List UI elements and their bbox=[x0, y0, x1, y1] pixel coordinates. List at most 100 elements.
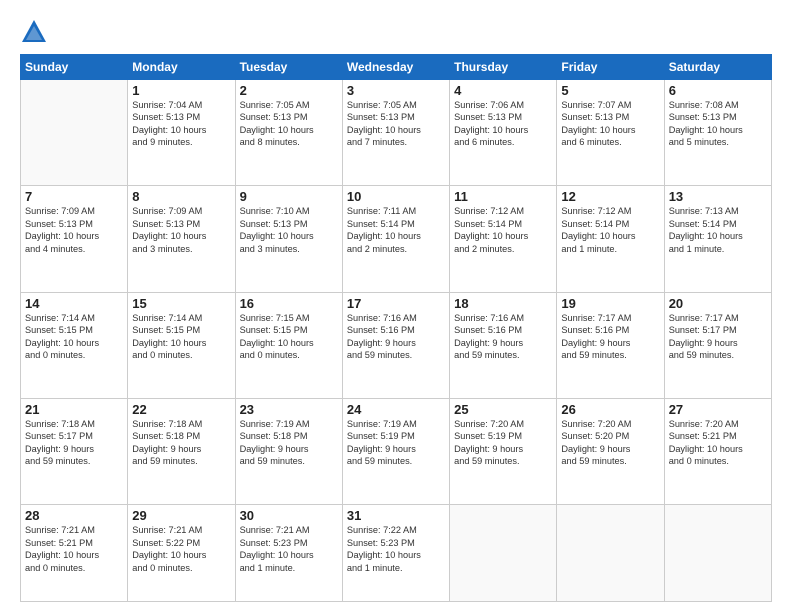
day-number: 11 bbox=[454, 189, 552, 204]
day-number: 8 bbox=[132, 189, 230, 204]
calendar-cell: 9Sunrise: 7:10 AMSunset: 5:13 PMDaylight… bbox=[235, 186, 342, 292]
day-info: Sunrise: 7:20 AMSunset: 5:20 PMDaylight:… bbox=[561, 418, 659, 468]
calendar-cell: 19Sunrise: 7:17 AMSunset: 5:16 PMDayligh… bbox=[557, 292, 664, 398]
week-row-4: 28Sunrise: 7:21 AMSunset: 5:21 PMDayligh… bbox=[21, 505, 772, 602]
calendar-cell: 26Sunrise: 7:20 AMSunset: 5:20 PMDayligh… bbox=[557, 399, 664, 505]
day-info: Sunrise: 7:17 AMSunset: 5:16 PMDaylight:… bbox=[561, 312, 659, 362]
day-number: 6 bbox=[669, 83, 767, 98]
logo bbox=[20, 18, 52, 46]
day-number: 28 bbox=[25, 508, 123, 523]
calendar-cell: 29Sunrise: 7:21 AMSunset: 5:22 PMDayligh… bbox=[128, 505, 235, 602]
header bbox=[20, 18, 772, 46]
day-number: 1 bbox=[132, 83, 230, 98]
calendar-cell: 25Sunrise: 7:20 AMSunset: 5:19 PMDayligh… bbox=[450, 399, 557, 505]
week-row-3: 21Sunrise: 7:18 AMSunset: 5:17 PMDayligh… bbox=[21, 399, 772, 505]
day-number: 24 bbox=[347, 402, 445, 417]
calendar-cell: 27Sunrise: 7:20 AMSunset: 5:21 PMDayligh… bbox=[664, 399, 771, 505]
day-info: Sunrise: 7:11 AMSunset: 5:14 PMDaylight:… bbox=[347, 205, 445, 255]
calendar-cell: 6Sunrise: 7:08 AMSunset: 5:13 PMDaylight… bbox=[664, 80, 771, 186]
day-number: 17 bbox=[347, 296, 445, 311]
day-info: Sunrise: 7:20 AMSunset: 5:21 PMDaylight:… bbox=[669, 418, 767, 468]
day-info: Sunrise: 7:18 AMSunset: 5:18 PMDaylight:… bbox=[132, 418, 230, 468]
calendar-cell: 11Sunrise: 7:12 AMSunset: 5:14 PMDayligh… bbox=[450, 186, 557, 292]
calendar-cell: 12Sunrise: 7:12 AMSunset: 5:14 PMDayligh… bbox=[557, 186, 664, 292]
calendar-cell: 31Sunrise: 7:22 AMSunset: 5:23 PMDayligh… bbox=[342, 505, 449, 602]
day-info: Sunrise: 7:09 AMSunset: 5:13 PMDaylight:… bbox=[25, 205, 123, 255]
calendar-cell: 20Sunrise: 7:17 AMSunset: 5:17 PMDayligh… bbox=[664, 292, 771, 398]
calendar-cell: 2Sunrise: 7:05 AMSunset: 5:13 PMDaylight… bbox=[235, 80, 342, 186]
calendar-cell: 28Sunrise: 7:21 AMSunset: 5:21 PMDayligh… bbox=[21, 505, 128, 602]
calendar-table: SundayMondayTuesdayWednesdayThursdayFrid… bbox=[20, 54, 772, 602]
day-info: Sunrise: 7:21 AMSunset: 5:22 PMDaylight:… bbox=[132, 524, 230, 574]
calendar-cell: 5Sunrise: 7:07 AMSunset: 5:13 PMDaylight… bbox=[557, 80, 664, 186]
day-info: Sunrise: 7:18 AMSunset: 5:17 PMDaylight:… bbox=[25, 418, 123, 468]
calendar-cell: 4Sunrise: 7:06 AMSunset: 5:13 PMDaylight… bbox=[450, 80, 557, 186]
week-row-2: 14Sunrise: 7:14 AMSunset: 5:15 PMDayligh… bbox=[21, 292, 772, 398]
day-info: Sunrise: 7:22 AMSunset: 5:23 PMDaylight:… bbox=[347, 524, 445, 574]
day-number: 9 bbox=[240, 189, 338, 204]
day-info: Sunrise: 7:06 AMSunset: 5:13 PMDaylight:… bbox=[454, 99, 552, 149]
weekday-header-monday: Monday bbox=[128, 55, 235, 80]
calendar-cell: 13Sunrise: 7:13 AMSunset: 5:14 PMDayligh… bbox=[664, 186, 771, 292]
day-number: 20 bbox=[669, 296, 767, 311]
day-info: Sunrise: 7:09 AMSunset: 5:13 PMDaylight:… bbox=[132, 205, 230, 255]
day-info: Sunrise: 7:08 AMSunset: 5:13 PMDaylight:… bbox=[669, 99, 767, 149]
day-info: Sunrise: 7:19 AMSunset: 5:19 PMDaylight:… bbox=[347, 418, 445, 468]
day-number: 2 bbox=[240, 83, 338, 98]
day-number: 25 bbox=[454, 402, 552, 417]
day-number: 23 bbox=[240, 402, 338, 417]
day-number: 13 bbox=[669, 189, 767, 204]
day-info: Sunrise: 7:15 AMSunset: 5:15 PMDaylight:… bbox=[240, 312, 338, 362]
calendar-cell: 30Sunrise: 7:21 AMSunset: 5:23 PMDayligh… bbox=[235, 505, 342, 602]
day-number: 21 bbox=[25, 402, 123, 417]
day-info: Sunrise: 7:20 AMSunset: 5:19 PMDaylight:… bbox=[454, 418, 552, 468]
day-info: Sunrise: 7:05 AMSunset: 5:13 PMDaylight:… bbox=[240, 99, 338, 149]
day-number: 3 bbox=[347, 83, 445, 98]
day-info: Sunrise: 7:04 AMSunset: 5:13 PMDaylight:… bbox=[132, 99, 230, 149]
calendar-cell: 23Sunrise: 7:19 AMSunset: 5:18 PMDayligh… bbox=[235, 399, 342, 505]
day-info: Sunrise: 7:21 AMSunset: 5:23 PMDaylight:… bbox=[240, 524, 338, 574]
calendar-cell bbox=[557, 505, 664, 602]
calendar-cell bbox=[664, 505, 771, 602]
calendar-cell: 24Sunrise: 7:19 AMSunset: 5:19 PMDayligh… bbox=[342, 399, 449, 505]
day-info: Sunrise: 7:10 AMSunset: 5:13 PMDaylight:… bbox=[240, 205, 338, 255]
weekday-header-wednesday: Wednesday bbox=[342, 55, 449, 80]
day-number: 15 bbox=[132, 296, 230, 311]
day-info: Sunrise: 7:14 AMSunset: 5:15 PMDaylight:… bbox=[25, 312, 123, 362]
day-number: 19 bbox=[561, 296, 659, 311]
calendar-cell: 16Sunrise: 7:15 AMSunset: 5:15 PMDayligh… bbox=[235, 292, 342, 398]
day-info: Sunrise: 7:19 AMSunset: 5:18 PMDaylight:… bbox=[240, 418, 338, 468]
weekday-header-sunday: Sunday bbox=[21, 55, 128, 80]
day-number: 18 bbox=[454, 296, 552, 311]
calendar-cell bbox=[450, 505, 557, 602]
day-info: Sunrise: 7:07 AMSunset: 5:13 PMDaylight:… bbox=[561, 99, 659, 149]
weekday-header-friday: Friday bbox=[557, 55, 664, 80]
week-row-0: 1Sunrise: 7:04 AMSunset: 5:13 PMDaylight… bbox=[21, 80, 772, 186]
page: SundayMondayTuesdayWednesdayThursdayFrid… bbox=[0, 0, 792, 612]
week-row-1: 7Sunrise: 7:09 AMSunset: 5:13 PMDaylight… bbox=[21, 186, 772, 292]
calendar-cell: 3Sunrise: 7:05 AMSunset: 5:13 PMDaylight… bbox=[342, 80, 449, 186]
day-info: Sunrise: 7:17 AMSunset: 5:17 PMDaylight:… bbox=[669, 312, 767, 362]
day-number: 12 bbox=[561, 189, 659, 204]
day-number: 4 bbox=[454, 83, 552, 98]
day-number: 16 bbox=[240, 296, 338, 311]
day-info: Sunrise: 7:13 AMSunset: 5:14 PMDaylight:… bbox=[669, 205, 767, 255]
day-number: 22 bbox=[132, 402, 230, 417]
day-info: Sunrise: 7:05 AMSunset: 5:13 PMDaylight:… bbox=[347, 99, 445, 149]
calendar-cell: 8Sunrise: 7:09 AMSunset: 5:13 PMDaylight… bbox=[128, 186, 235, 292]
calendar-cell: 15Sunrise: 7:14 AMSunset: 5:15 PMDayligh… bbox=[128, 292, 235, 398]
calendar-cell: 14Sunrise: 7:14 AMSunset: 5:15 PMDayligh… bbox=[21, 292, 128, 398]
day-number: 30 bbox=[240, 508, 338, 523]
calendar-cell bbox=[21, 80, 128, 186]
day-info: Sunrise: 7:12 AMSunset: 5:14 PMDaylight:… bbox=[561, 205, 659, 255]
day-number: 10 bbox=[347, 189, 445, 204]
day-number: 7 bbox=[25, 189, 123, 204]
weekday-header-row: SundayMondayTuesdayWednesdayThursdayFrid… bbox=[21, 55, 772, 80]
calendar-cell: 1Sunrise: 7:04 AMSunset: 5:13 PMDaylight… bbox=[128, 80, 235, 186]
calendar-cell: 21Sunrise: 7:18 AMSunset: 5:17 PMDayligh… bbox=[21, 399, 128, 505]
day-number: 31 bbox=[347, 508, 445, 523]
day-info: Sunrise: 7:14 AMSunset: 5:15 PMDaylight:… bbox=[132, 312, 230, 362]
day-number: 26 bbox=[561, 402, 659, 417]
weekday-header-saturday: Saturday bbox=[664, 55, 771, 80]
calendar-cell: 22Sunrise: 7:18 AMSunset: 5:18 PMDayligh… bbox=[128, 399, 235, 505]
